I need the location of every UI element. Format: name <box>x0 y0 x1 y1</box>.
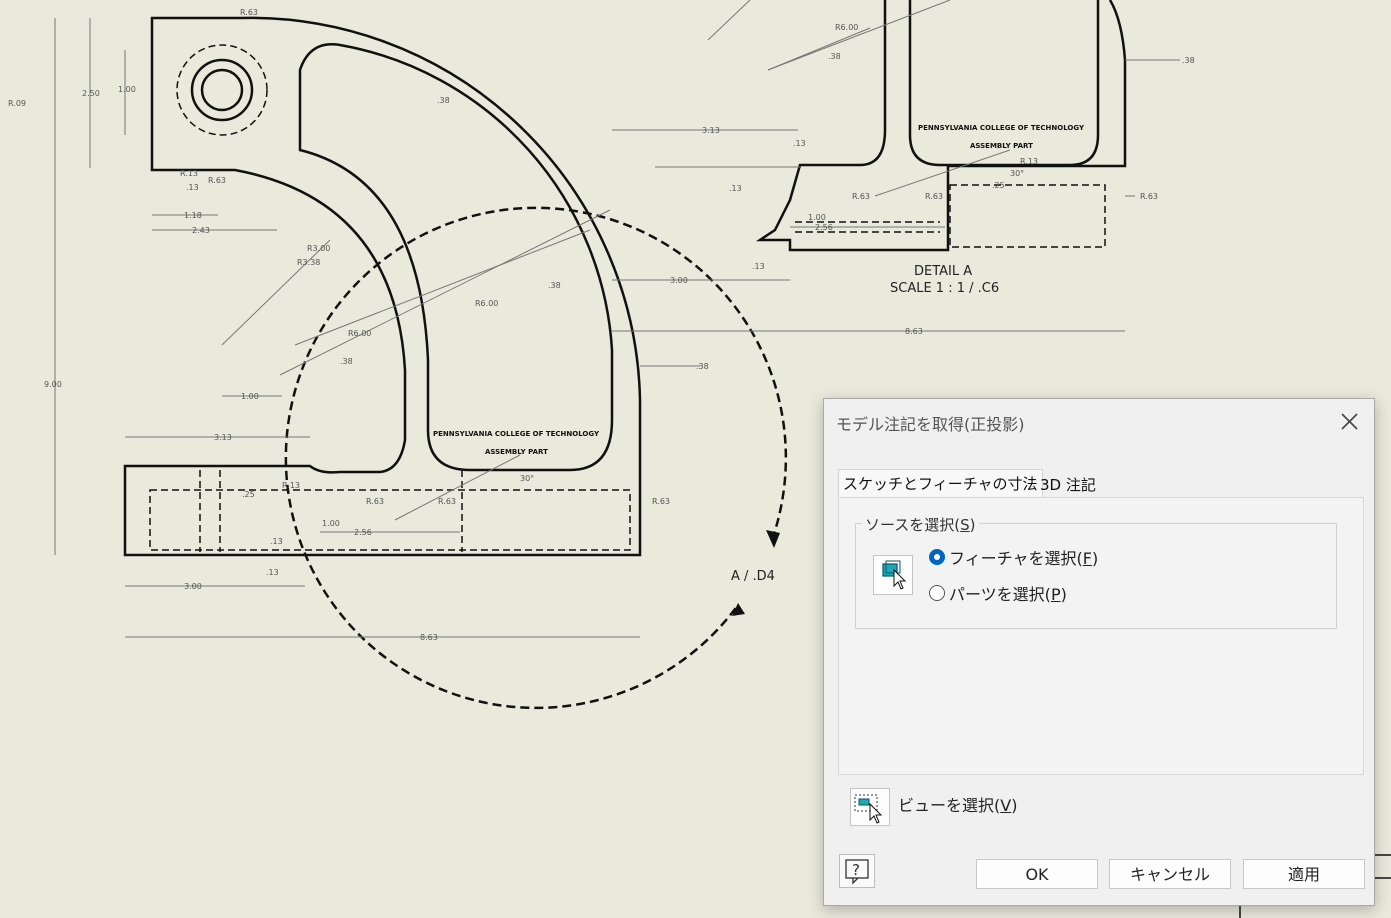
dim-text: 1.18 <box>184 211 202 220</box>
dim-text: 8.63 <box>420 633 438 642</box>
dim-text: .13 <box>752 262 765 271</box>
select-source-pick-button[interactable] <box>873 555 913 595</box>
dim-text: .13 <box>270 537 283 546</box>
dim-text: R.13 <box>180 169 198 178</box>
dim-text: R.63 <box>925 192 943 201</box>
dim-text: 1.00 <box>322 519 340 528</box>
dim-text: .13 <box>729 184 742 193</box>
dim-text: 1.00 <box>808 213 826 222</box>
dialog-titlebar[interactable]: モデル注記を取得(正投影) <box>824 399 1374 444</box>
detail-scale: SCALE 1 : 1 / .C6 <box>890 281 999 296</box>
tab-sketch-feature-dimensions[interactable]: スケッチとフィーチャの寸法 <box>838 469 1043 498</box>
main-view-part-outline <box>123 16 642 557</box>
dim-text: 8.63 <box>905 327 923 336</box>
dim-text: .38 <box>340 357 353 366</box>
help-icon: ? <box>845 859 869 885</box>
dim-text: 1.00 <box>241 392 259 401</box>
dim-text: R.63 <box>366 497 384 506</box>
select-source-group: ソースを選択(S) フィーチャを選択(F) パーツを選択(P) <box>855 514 1337 629</box>
dim-text: R3.38 <box>297 258 320 267</box>
dim-text: .38 <box>1182 56 1195 65</box>
dim-text: 3.13 <box>702 126 720 135</box>
tab-panel: ソースを選択(S) フィーチャを選択(F) パーツを選択(P) <box>838 497 1364 775</box>
dim-text: R.63 <box>438 497 456 506</box>
dim-text: 2.56 <box>815 223 833 232</box>
tab-label: 3D 注記 <box>1040 476 1096 494</box>
dim-text: R6.00 <box>835 23 858 32</box>
select-source-label: ソースを選択(S) <box>862 514 979 535</box>
dim-text: R.63 <box>208 176 226 185</box>
dim-text: .25 <box>992 181 1005 190</box>
note-line: PENNSYLVANIA COLLEGE OF TECHNOLOGY <box>433 430 600 438</box>
dim-text: R.63 <box>852 192 870 201</box>
detail-circle <box>284 206 788 710</box>
feature-select-cursor-icon <box>882 560 907 590</box>
tab-label: スケッチとフィーチャの寸法 <box>843 475 1038 493</box>
detail-view-hidden-lines <box>795 184 1106 248</box>
ok-button[interactable]: OK <box>976 859 1098 889</box>
radio-button-checked[interactable] <box>929 549 945 565</box>
detail-title: DETAIL A <box>914 264 972 279</box>
dim-text: 2.43 <box>192 226 210 235</box>
main-view-title-note: PENNSYLVANIA COLLEGE OF TECHNOLOGY ASSEM… <box>433 430 600 456</box>
dim-text: 30° <box>520 474 534 483</box>
cancel-button[interactable]: キャンセル <box>1109 859 1231 889</box>
radio-button[interactable] <box>929 585 945 601</box>
dim-text: 3.13 <box>214 433 232 442</box>
radio-select-feature[interactable]: フィーチャを選択(F) <box>929 546 1098 568</box>
select-view-label: ビューを選択(V) <box>898 796 1018 815</box>
help-button[interactable]: ? <box>839 854 875 888</box>
dim-text: 9.00 <box>44 380 62 389</box>
main-view-dimension-texts: R.63 R.09 2.50 1.00 R.13 R.63 .13 1.18 2… <box>8 8 923 642</box>
note-line: ASSEMBLY PART <box>970 142 1033 150</box>
select-view-button[interactable] <box>850 788 890 826</box>
dim-text: R.63 <box>1140 192 1158 201</box>
dim-text: .13 <box>793 139 806 148</box>
svg-text:?: ? <box>852 861 860 879</box>
dim-text: R.13 <box>282 481 300 490</box>
note-line: PENNSYLVANIA COLLEGE OF TECHNOLOGY <box>918 124 1085 132</box>
dialog-title: モデル注記を取得(正投影) <box>836 415 1025 434</box>
dim-text: .38 <box>548 281 561 290</box>
dim-text: R6.00 <box>348 329 371 338</box>
dim-text: 3.00 <box>184 582 202 591</box>
dim-text: 3.00 <box>670 276 688 285</box>
dim-text: 2.50 <box>82 89 100 98</box>
close-button[interactable] <box>1334 407 1364 435</box>
dim-text: R.63 <box>240 8 258 17</box>
dim-text: 30° <box>1010 169 1024 178</box>
view-select-cursor-icon <box>854 794 883 824</box>
dim-text: R3.00 <box>307 244 330 253</box>
dim-text: R.09 <box>8 99 26 108</box>
note-line: ASSEMBLY PART <box>485 448 548 456</box>
dim-text: .25 <box>242 490 255 499</box>
dim-text: .38 <box>696 362 709 371</box>
dim-text: 2.56 <box>354 528 372 537</box>
apply-button[interactable]: 適用 <box>1243 859 1365 889</box>
dim-text: .13 <box>266 568 279 577</box>
dim-text: R6.00 <box>475 299 498 308</box>
dim-text: .13 <box>186 183 199 192</box>
radio-select-part[interactable]: パーツを選択(P) <box>929 582 1067 604</box>
dim-text: R.63 <box>652 497 670 506</box>
radio-label: パーツを選択(P) <box>949 585 1067 604</box>
tab-3d-annotations[interactable]: 3D 注記 <box>1036 473 1100 497</box>
dim-text: .38 <box>437 96 450 105</box>
close-icon <box>1341 413 1358 430</box>
dim-text: 1.00 <box>118 85 136 94</box>
detail-view-dimension-lines <box>612 0 1180 228</box>
detail-view-title-note: PENNSYLVANIA COLLEGE OF TECHNOLOGY ASSEM… <box>918 124 1085 150</box>
dim-text: R.13 <box>1020 157 1038 166</box>
dim-text: .38 <box>828 52 841 61</box>
retrieve-model-annotations-dialog: モデル注記を取得(正投影) スケッチとフィーチャの寸法 3D 注記 ソースを選択… <box>823 398 1375 906</box>
detail-callout-label: A / .D4 <box>731 569 775 584</box>
radio-label: フィーチャを選択(F) <box>949 549 1099 568</box>
